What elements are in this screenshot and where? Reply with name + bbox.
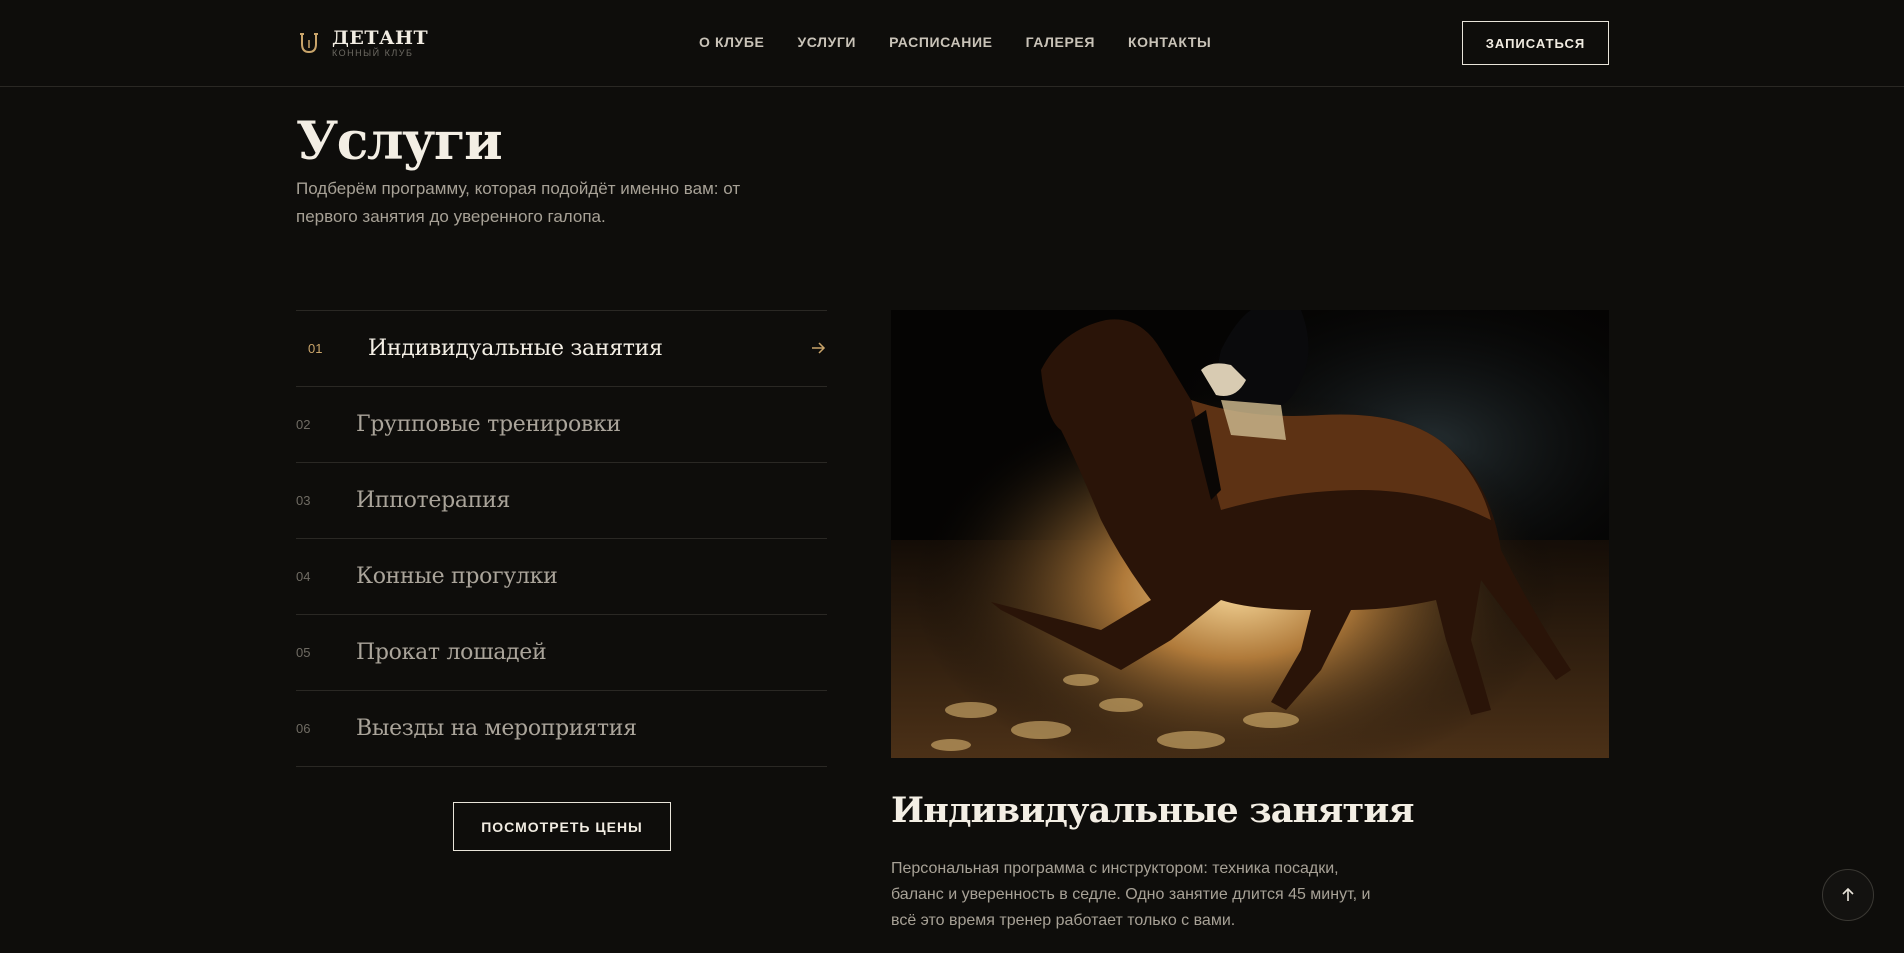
service-item-events[interactable]: 06 Выезды на мероприятия: [296, 691, 827, 767]
arrow-up-icon: [1842, 887, 1854, 901]
page-subtitle: Подберём программу, которая подойдёт име…: [296, 179, 741, 226]
service-item-hippotherapy[interactable]: 03 Иппотерапия: [296, 463, 827, 539]
logo-subtitle: КОННЫЙ КЛУБ: [332, 47, 414, 58]
service-title: Групповые тренировки: [356, 412, 621, 437]
service-title: Прокат лошадей: [356, 640, 547, 665]
service-detail-text: Персональная программа с инструктором: т…: [891, 860, 1371, 929]
horse-rider-image: [891, 310, 1609, 758]
nav-gallery[interactable]: ГАЛЕРЕЯ: [1026, 34, 1095, 50]
nav-schedule[interactable]: РАСПИСАНИЕ: [889, 34, 993, 50]
service-number: 02: [296, 417, 311, 432]
logo-name: ДЕТАНТ: [332, 26, 429, 49]
arrow-right-icon: [812, 342, 826, 354]
service-item-rental[interactable]: 05 Прокат лошадей: [296, 615, 827, 691]
site-header: ДЕТАНТ КОННЫЙ КЛУБ О КЛУБЕ УСЛУГИ РАСПИС…: [0, 0, 1904, 87]
service-number: 01: [308, 341, 323, 356]
logo[interactable]: ДЕТАНТ КОННЫЙ КЛУБ: [296, 26, 428, 60]
page-title: Услуги: [296, 111, 503, 172]
view-prices-button[interactable]: ПОСМОТРЕТЬ ЦЕНЫ: [453, 802, 671, 851]
service-number: 06: [296, 721, 311, 736]
nav-contacts[interactable]: КОНТАКТЫ: [1128, 34, 1211, 50]
service-title: Иппотерапия: [356, 488, 511, 513]
service-detail-title: Индивидуальные занятия: [891, 790, 1414, 831]
service-item-group[interactable]: 02 Групповые тренировки: [296, 387, 827, 463]
service-number: 03: [296, 493, 311, 508]
service-title: Индивидуальные занятия: [368, 336, 663, 361]
service-title: Выезды на мероприятия: [356, 716, 637, 741]
service-number: 05: [296, 645, 311, 660]
service-title: Конные прогулки: [356, 564, 558, 589]
service-item-rides[interactable]: 04 Конные прогулки: [296, 539, 827, 615]
nav-about[interactable]: О КЛУБЕ: [699, 34, 764, 50]
service-photo: [891, 310, 1609, 758]
service-number: 04: [296, 569, 311, 584]
service-item-individual[interactable]: 01 Индивидуальные занятия: [296, 311, 827, 387]
services-list: 01 Индивидуальные занятия 02 Групповые т…: [296, 310, 827, 767]
scroll-to-top-button[interactable]: [1822, 869, 1874, 921]
logo-text: ДЕТАНТ КОННЫЙ КЛУБ: [332, 26, 429, 58]
nav-services[interactable]: УСЛУГИ: [797, 34, 856, 50]
horseshoe-icon: [300, 33, 318, 54]
main-nav: О КЛУБЕ УСЛУГИ РАСПИСАНИЕ ГАЛЕРЕЯ КОНТАК…: [699, 34, 1244, 50]
signup-button[interactable]: ЗАПИСАТЬСЯ: [1462, 21, 1609, 65]
